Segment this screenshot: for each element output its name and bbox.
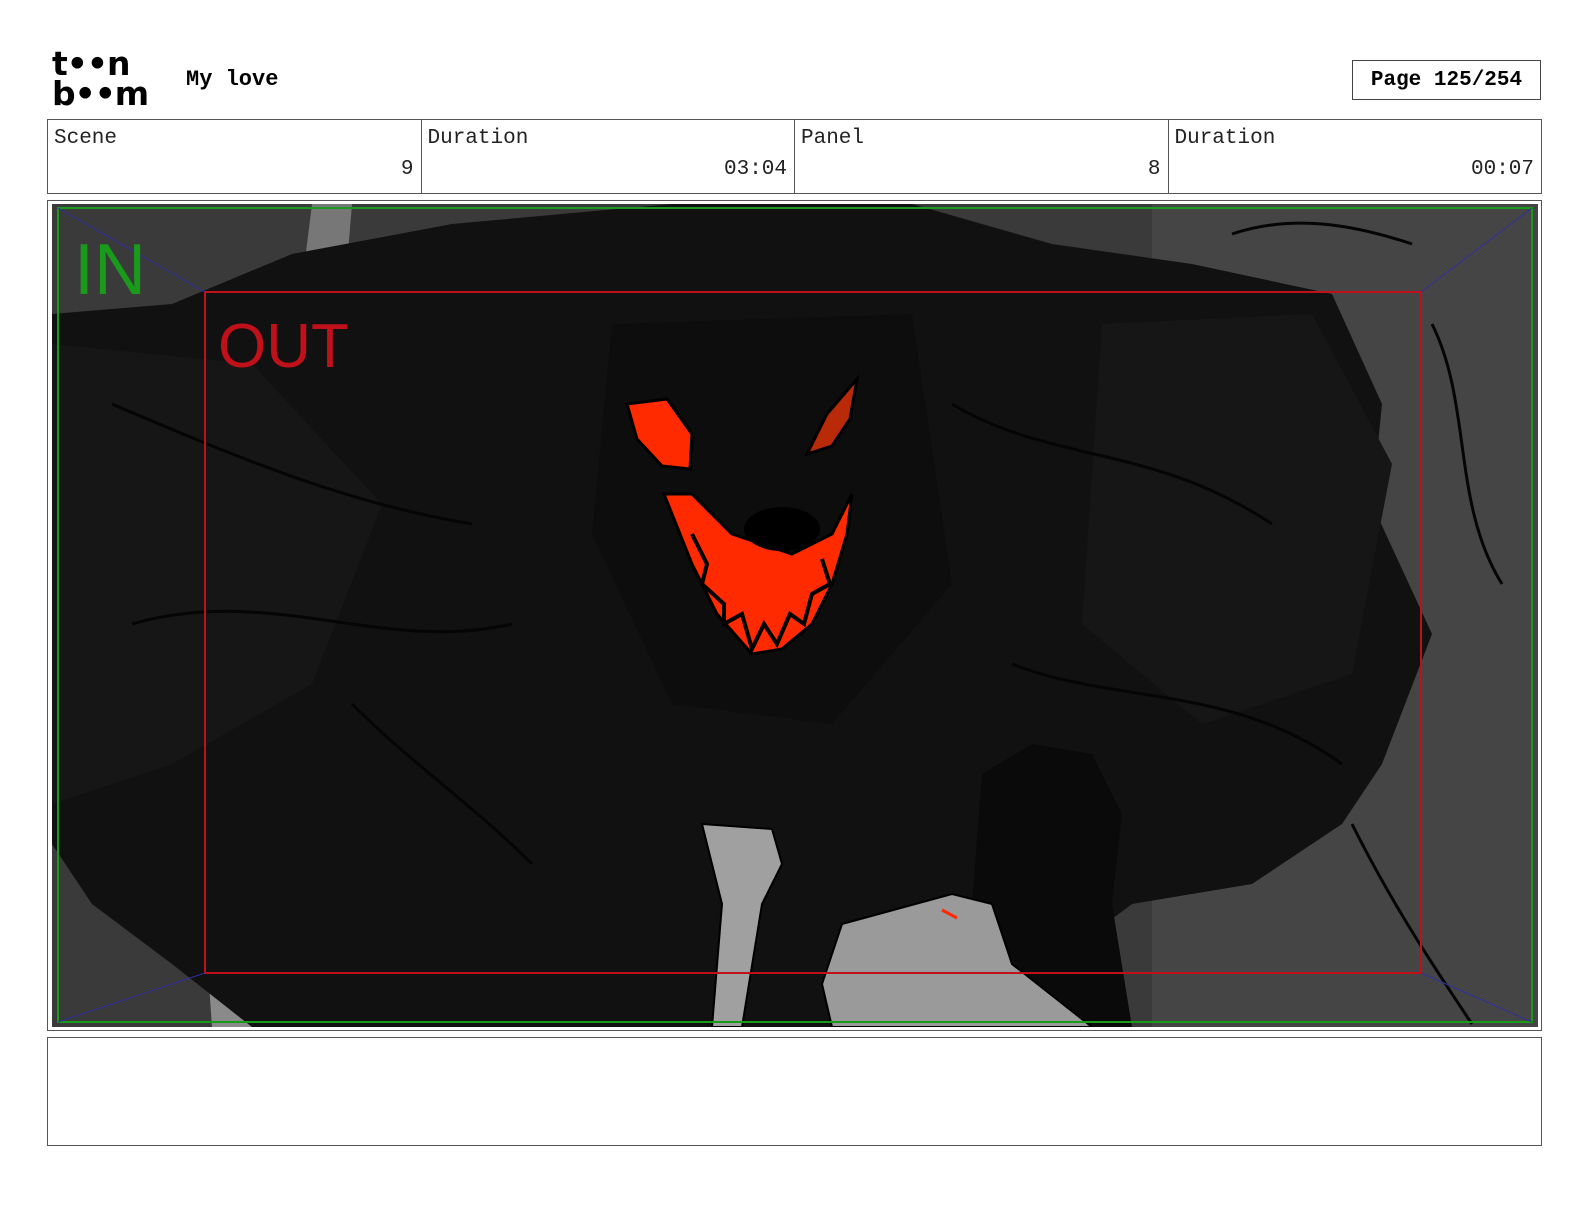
panel-duration-value: 00:07	[1470, 158, 1534, 181]
monster-nose	[744, 507, 820, 551]
panel-duration-label: Duration	[1174, 127, 1276, 150]
panel-duration-cell: Duration 00:07	[1169, 120, 1542, 193]
storyboard-panel-image: IN OUT	[52, 204, 1538, 1027]
scene-label: Scene	[54, 127, 118, 150]
out-label: OUT	[218, 312, 349, 381]
scene-duration-value: 03:04	[723, 158, 787, 181]
scene-value: 9	[400, 158, 414, 181]
page-number-label: Page 125/254	[1370, 68, 1523, 92]
in-label: IN	[74, 230, 146, 310]
scene-info-table: Scene 9 Duration 03:04 Panel 8 Duration …	[47, 119, 1542, 194]
panel-value: 8	[1147, 158, 1161, 181]
scene-cell: Scene 9	[48, 120, 422, 193]
project-title: My love	[186, 67, 279, 92]
panel-label: Panel	[801, 127, 865, 150]
panel-cell: Panel 8	[795, 120, 1169, 193]
panel-artwork: IN OUT	[52, 204, 1538, 1027]
logo-wordmark: t••n b••m	[52, 47, 149, 113]
page-number: Page 125/254	[1352, 60, 1541, 100]
panel-notes-box[interactable]	[47, 1037, 1542, 1146]
scene-duration-label: Duration	[427, 127, 529, 150]
toon-boom-logo: t••n b••m	[52, 47, 164, 113]
scene-duration-cell: Duration 03:04	[422, 120, 795, 193]
logo-line-2: b••m	[52, 74, 149, 113]
